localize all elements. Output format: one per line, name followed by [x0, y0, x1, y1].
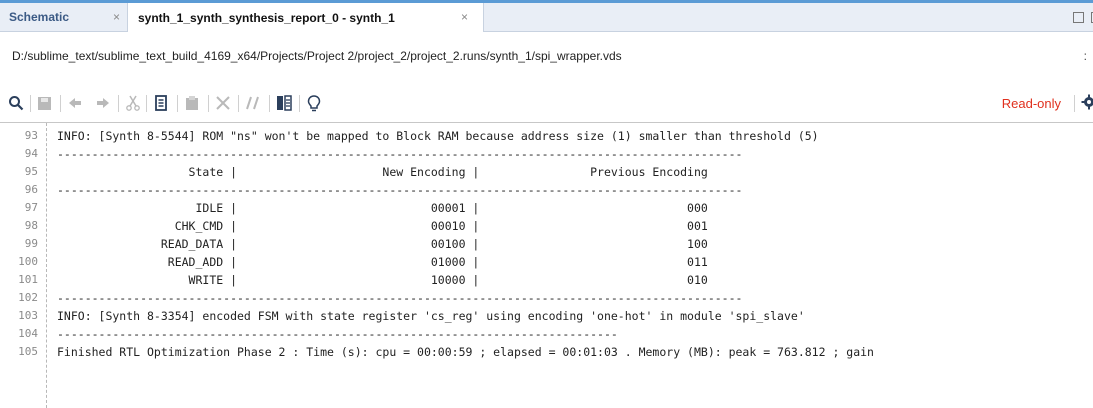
line-number: 101	[18, 273, 38, 286]
search-icon[interactable]	[6, 93, 26, 113]
line-text: IDLE | 00001 | 000	[57, 201, 708, 215]
read-only-label: Read-only	[1001, 96, 1061, 111]
code-line: 98 CHK_CMD | 00010 | 001	[0, 217, 1093, 235]
line-text: ----------------------------------------…	[57, 327, 618, 341]
file-path: D:/sublime_text/sublime_text_build_4169_…	[12, 49, 622, 63]
toolbar-separator	[208, 95, 209, 112]
line-text: ----------------------------------------…	[57, 291, 743, 305]
code-line: 96 --------------------------------------…	[0, 181, 1093, 199]
line-text: CHK_CMD | 00010 | 001	[57, 219, 708, 233]
code-line: 100 READ_ADD | 01000 | 011	[0, 253, 1093, 271]
code-line: 95 State | New Encoding | Previous Encod…	[0, 163, 1093, 181]
code-line: 103 INFO: [Synth 8-3354] encoded FSM with…	[0, 307, 1093, 325]
toolbar-separator	[269, 95, 270, 112]
paste-icon[interactable]	[182, 93, 202, 113]
code-line: 105 Finished RTL Optimization Phase 2 : T…	[0, 343, 1093, 361]
delete-icon[interactable]	[213, 93, 233, 113]
line-number: 95	[24, 165, 38, 178]
line-number: 98	[24, 219, 38, 232]
toolbar-separator	[118, 95, 119, 112]
line-text: ----------------------------------------…	[57, 147, 743, 161]
line-text: State | New Encoding | Previous Encoding	[57, 165, 708, 179]
line-number: 97	[24, 201, 38, 214]
split-view-icon[interactable]	[274, 93, 294, 113]
tab-synthesis-report-close-icon[interactable]: ×	[461, 10, 468, 24]
cut-icon[interactable]	[123, 93, 143, 113]
line-text: INFO: [Synth 8-5544] ROM "ns" won't be m…	[57, 129, 819, 143]
toolbar-separator	[238, 95, 239, 112]
line-number: 102	[18, 291, 38, 304]
toolbar-separator	[299, 95, 300, 112]
file-path-bar: D:/sublime_text/sublime_text_build_4169_…	[0, 32, 1093, 84]
maximize-icon[interactable]	[1073, 12, 1084, 23]
tab-bar: Schematic × synth_1_synth_synthesis_repo…	[0, 3, 1093, 32]
toolbar-separator	[177, 95, 178, 112]
toolbar-separator	[146, 95, 147, 112]
tab-synthesis-report[interactable]: synth_1_synth_synthesis_report_0 - synth…	[127, 3, 484, 32]
toolbar-separator	[1074, 95, 1075, 112]
redo-icon[interactable]	[93, 93, 113, 113]
code-line: 93 INFO: [Synth 8-5544] ROM "ns" won't be…	[0, 127, 1093, 145]
code-line: 99 READ_DATA | 00100 | 100	[0, 235, 1093, 253]
tab-schematic[interactable]: Schematic ×	[0, 3, 127, 31]
tab-schematic-label: Schematic	[9, 10, 70, 24]
code-line: 94 --------------------------------------…	[0, 145, 1093, 163]
editor-toolbar: Read-only	[0, 86, 1093, 123]
comment-icon[interactable]	[243, 93, 263, 113]
line-number: 99	[24, 237, 38, 250]
tab-schematic-close-icon[interactable]: ×	[113, 10, 120, 24]
path-overflow-indicator: :	[1083, 49, 1087, 63]
save-icon[interactable]	[34, 93, 54, 113]
gear-icon[interactable]	[1081, 94, 1093, 110]
line-number: 93	[24, 129, 38, 142]
line-text: READ_ADD | 01000 | 011	[57, 255, 708, 269]
line-number: 96	[24, 183, 38, 196]
code-line: 97 IDLE | 00001 | 000	[0, 199, 1093, 217]
line-number: 94	[24, 147, 38, 160]
code-line: 102 -------------------------------------…	[0, 289, 1093, 307]
line-text: READ_DATA | 00100 | 100	[57, 237, 708, 251]
line-text: WRITE | 10000 | 010	[57, 273, 708, 287]
code-editor[interactable]: 93 INFO: [Synth 8-5544] ROM "ns" won't be…	[0, 123, 1093, 408]
line-number: 105	[18, 345, 38, 358]
bulb-icon[interactable]	[304, 93, 324, 113]
code-line: 101 WRITE | 10000 | 010	[0, 271, 1093, 289]
code-line: 104 -------------------------------------…	[0, 325, 1093, 343]
undo-icon[interactable]	[65, 93, 85, 113]
line-text: Finished RTL Optimization Phase 2 : Time…	[57, 345, 874, 359]
tab-synthesis-report-label: synth_1_synth_synthesis_report_0 - synth…	[138, 10, 395, 25]
copy-icon[interactable]	[151, 93, 171, 113]
line-text: ----------------------------------------…	[57, 183, 743, 197]
line-number: 100	[18, 255, 38, 268]
line-text: INFO: [Synth 8-3354] encoded FSM with st…	[57, 309, 805, 323]
toolbar-separator	[60, 95, 61, 112]
toolbar-separator	[30, 95, 31, 112]
line-number: 104	[18, 327, 38, 340]
line-number: 103	[18, 309, 38, 322]
